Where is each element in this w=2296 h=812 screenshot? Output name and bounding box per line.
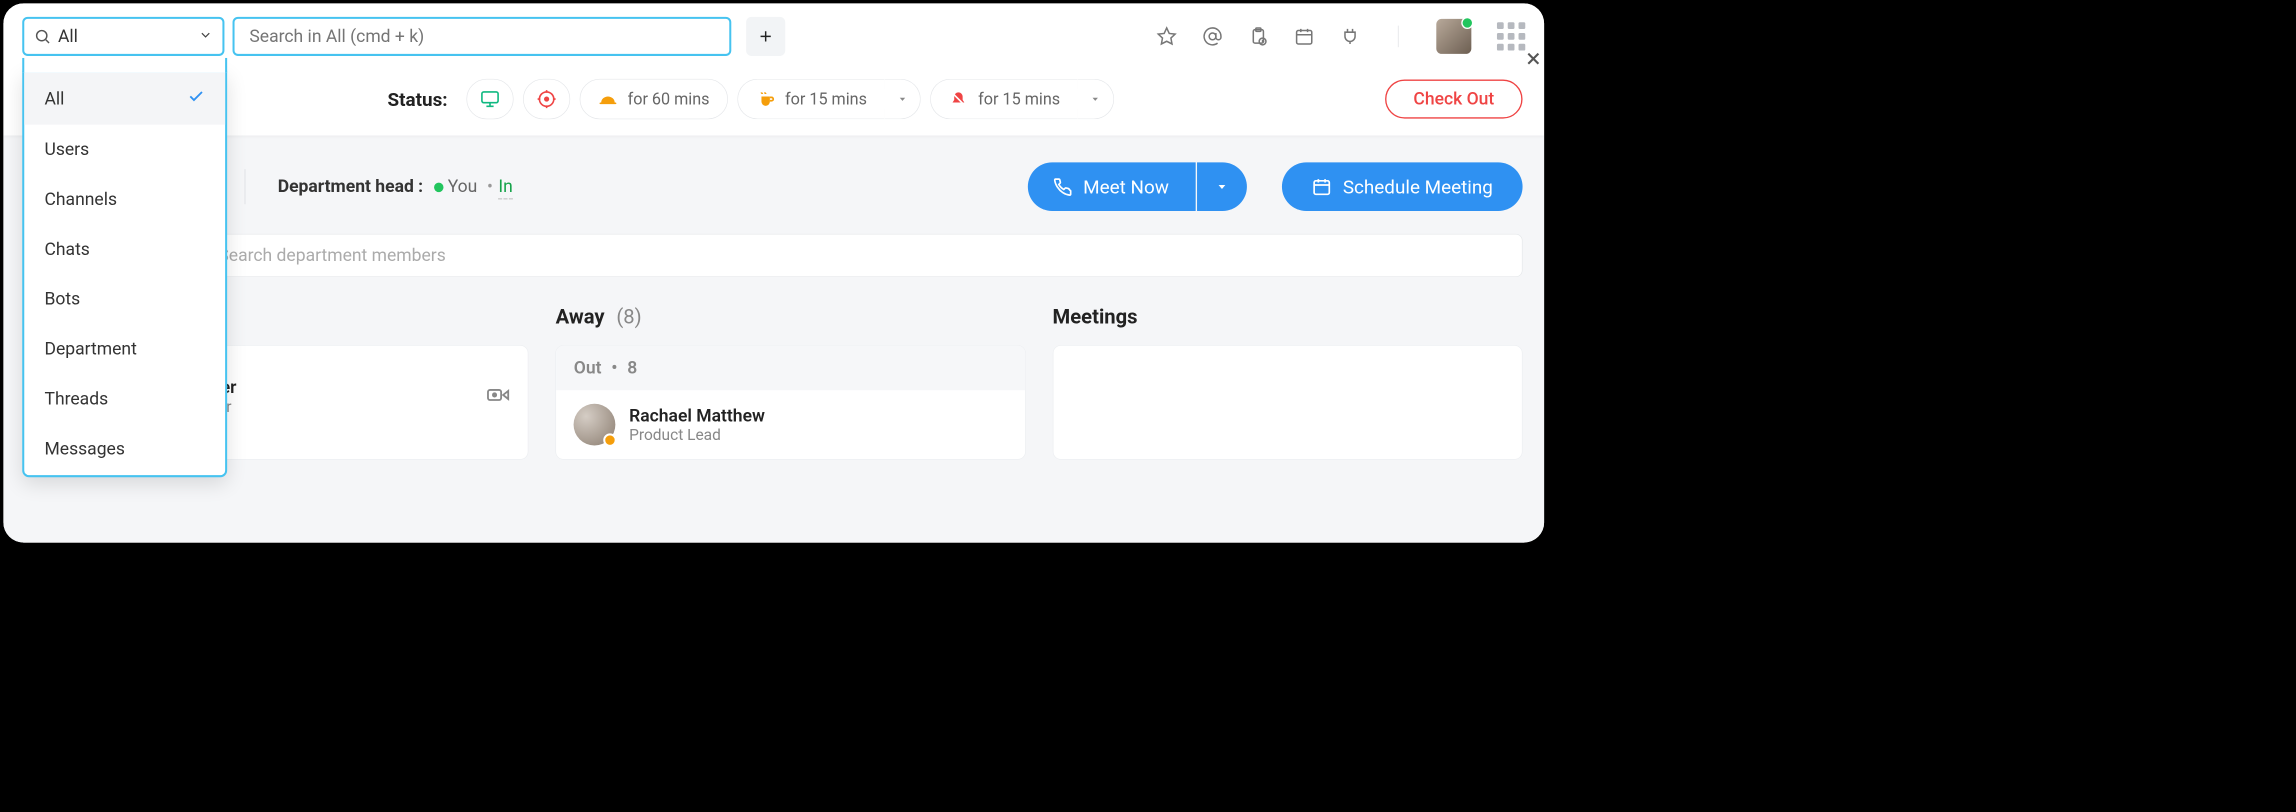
column-header: Meetings [1053,305,1523,329]
meet-now-button[interactable]: Meet Now [1028,162,1196,211]
status-dnd-text: for 15 mins [978,90,1060,109]
card-sub-header: Out • 8 [556,346,1025,390]
divider [1398,26,1399,48]
status-lunch-text: for 60 mins [628,90,710,109]
presence-away-icon [603,433,616,446]
dropdown-item-chats[interactable]: Chats [24,224,225,274]
schedule-meeting-button[interactable]: Schedule Meeting [1282,162,1522,211]
avatar [574,404,616,446]
video-call-icon[interactable] [486,383,510,410]
dept-head-label: Department head : You •In [278,177,513,197]
dropdown-item-bots[interactable]: Bots [24,274,225,324]
status-lunch[interactable]: for 60 mins [580,79,728,119]
person-row[interactable]: Rachael Matthew Product Lead [556,390,1025,459]
check-icon [187,88,205,110]
status-bar: Status: for 60 mins for 15 mins for 15 m… [259,69,1522,119]
dropdown-item-label: Bots [44,289,80,309]
star-icon[interactable] [1157,26,1177,46]
dept-in-link[interactable]: In [498,177,512,200]
column-header: Away (8) [556,305,1026,329]
dropdown-item-users[interactable]: Users [24,125,225,175]
dropdown-item-all[interactable]: All [24,73,225,125]
mention-icon[interactable] [1202,26,1222,46]
card: Out • 8 Rachael Matthew Product Lead [556,345,1026,460]
dept-head-text: Department head : [278,177,423,197]
away-title: Away [556,305,605,329]
schedule-label: Schedule Meeting [1343,176,1493,198]
meetings-title: Meetings [1053,305,1138,329]
dropdown-item-threads[interactable]: Threads [24,374,225,424]
clipboard-icon[interactable] [1248,26,1268,46]
topbar-icons [1157,19,1526,54]
add-button[interactable] [746,17,785,56]
column-meetings: Meetings [1053,305,1523,459]
dept-you: You [448,177,478,197]
close-icon[interactable] [1519,44,1544,72]
search-members-placeholder: Search department members [218,245,445,265]
card [1053,345,1523,460]
status-focus[interactable] [523,79,570,119]
topbar: All [3,3,1544,69]
search-box[interactable] [233,17,732,56]
dropdown-item-label: Department [44,339,136,359]
chevron-down-icon [198,28,213,46]
dropdown-item-channels[interactable]: Channels [24,175,225,225]
search-input[interactable] [249,26,714,46]
dropdown-item-messages[interactable]: Messages [24,424,225,474]
calendar-icon[interactable] [1294,26,1314,46]
divider [245,169,246,204]
status-dnd[interactable]: for 15 mins [930,79,1077,119]
person-role: Product Lead [629,426,765,444]
filter-dropdown: All Users Channels Chats Bots Department… [22,71,227,477]
status-label: Status: [388,88,448,110]
dropdown-item-label: All [44,89,64,109]
status-coffee[interactable]: for 15 mins [737,79,884,119]
meet-now-dropdown[interactable] [1197,162,1247,211]
meet-now-label: Meet Now [1083,176,1169,198]
person-name: Rachael Matthew [629,405,765,425]
status-coffee-text: for 15 mins [785,90,867,109]
dropdown-item-label: Messages [44,439,124,459]
plug-icon[interactable] [1340,26,1360,46]
status-available[interactable] [467,79,514,119]
dropdown-item-label: Threads [44,389,108,409]
search-members-input[interactable]: Search department members [59,234,1523,277]
away-count: (8) [616,305,641,329]
status-dnd-drop[interactable] [1078,79,1114,119]
sub-label: Out [574,358,602,378]
sub-count: 8 [627,358,637,378]
dropdown-item-department[interactable]: Department [24,324,225,374]
app-window: All Status: [3,3,1544,542]
dropdown-item-label: Channels [44,189,117,209]
filter-selected-text: All [58,26,198,46]
body: Department head : You •In Meet Now Sched… [3,135,1544,542]
presence-dot-icon [434,183,443,192]
dropdown-item-label: Users [44,140,89,160]
dropdown-item-label: Chats [44,239,89,259]
dept-row: Department head : You •In Meet Now Sched… [59,162,1523,211]
status-coffee-drop[interactable] [884,79,920,119]
search-icon [34,28,52,46]
columns: Olivia Palmer Content Writer Away (8) Ou… [59,305,1523,459]
search-filter-select[interactable]: All [22,17,224,56]
user-avatar[interactable] [1436,19,1471,54]
check-out-button[interactable]: Check Out [1385,80,1522,119]
bullet-icon: • [487,177,493,197]
column-away: Away (8) Out • 8 Rachael Matthew Product… [556,305,1026,459]
